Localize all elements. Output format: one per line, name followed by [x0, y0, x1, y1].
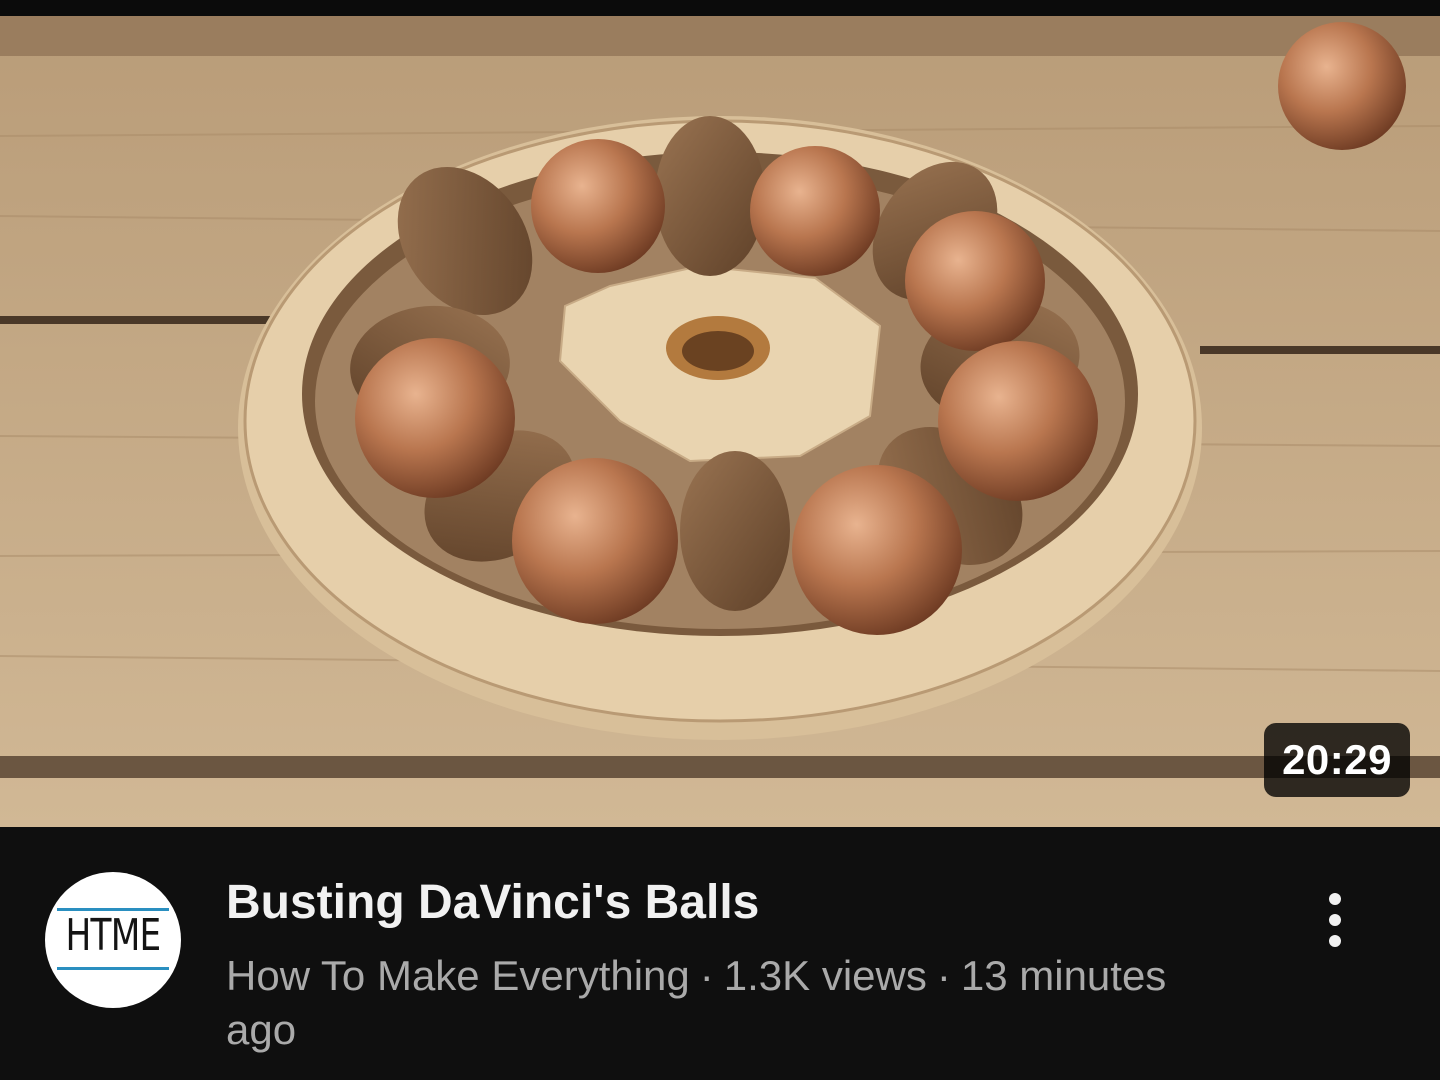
video-title[interactable]: Busting DaVinci's Balls	[226, 875, 1276, 931]
more-dot	[1329, 935, 1341, 947]
channel-name[interactable]: How To Make Everything	[226, 952, 690, 999]
more-dot	[1329, 914, 1341, 926]
more-dot	[1329, 893, 1341, 905]
video-meta-row: HTME Busting DaVinci's Balls How To Make…	[0, 827, 1440, 1080]
avatar-logo-text: HTME	[65, 910, 162, 961]
video-thumbnail[interactable]: 20:29	[0, 16, 1440, 827]
channel-avatar[interactable]: HTME	[45, 872, 181, 1008]
view-count: 1.3K views	[723, 952, 927, 999]
duration-badge: 20:29	[1264, 723, 1410, 797]
video-info[interactable]: How To Make Everything · 1.3K views · 13 min…	[226, 949, 1246, 1057]
status-strip	[0, 0, 1440, 16]
avatar-logo-rule-bottom	[57, 967, 169, 970]
more-vert-icon[interactable]	[1300, 875, 1370, 965]
video-feed-item: 20:29 HTME Busting DaVinci's Balls How T…	[0, 0, 1440, 1080]
separator-dot: ·	[699, 952, 714, 999]
thumbnail-image	[0, 16, 1440, 827]
separator-dot: ·	[936, 952, 951, 999]
